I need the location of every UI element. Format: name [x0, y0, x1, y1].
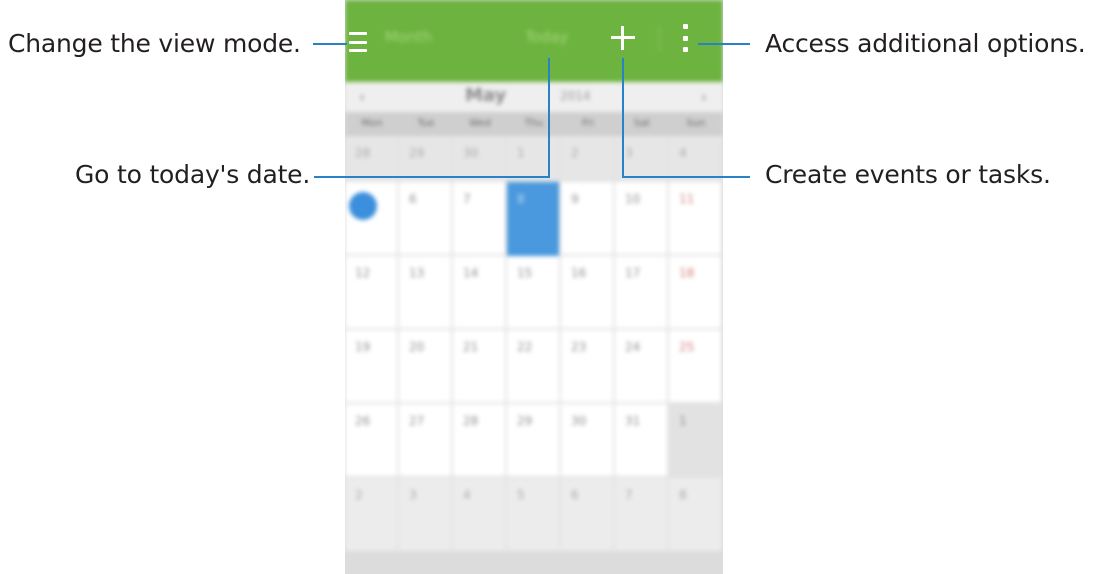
day-cell[interactable]: 30 — [561, 404, 615, 476]
day-cell[interactable]: 5 — [507, 478, 561, 550]
callout-create-events: Create events or tasks. — [765, 160, 1051, 189]
day-cell-today[interactable] — [345, 182, 399, 254]
day-cell[interactable]: 7 — [615, 478, 669, 550]
day-cell[interactable]: 19 — [345, 330, 399, 402]
leader-line-today-v — [548, 58, 550, 178]
day-cell[interactable]: 23 — [561, 330, 615, 402]
day-cell[interactable]: 3 — [399, 478, 453, 550]
day-cell[interactable]: 7 — [453, 182, 507, 254]
callout-additional-options: Access additional options. — [765, 29, 1086, 58]
day-cell[interactable]: 15 — [507, 256, 561, 328]
week-row: 2 3 4 5 6 7 8 — [345, 478, 723, 552]
day-cell[interactable]: 20 — [399, 330, 453, 402]
weekday-label: Mon — [361, 118, 383, 129]
day-cell[interactable]: 25 — [669, 330, 723, 402]
next-month-button[interactable]: › — [701, 88, 707, 106]
day-cell[interactable]: 13 — [399, 256, 453, 328]
day-cell[interactable]: 6 — [561, 478, 615, 550]
weekday-label: Wed — [469, 118, 491, 129]
weekday-label: Fri — [582, 118, 594, 129]
month-navigation-bar: ‹ May 2014 › — [345, 82, 723, 112]
day-cell[interactable]: 27 — [399, 404, 453, 476]
day-cell[interactable]: 2 — [561, 136, 615, 180]
week-row: 12 13 14 15 16 17 18 — [345, 256, 723, 330]
month-label: May — [465, 85, 507, 106]
leader-line-create-h — [622, 176, 750, 178]
day-cell[interactable]: 11 — [669, 182, 723, 254]
day-cell[interactable]: 21 — [453, 330, 507, 402]
day-cell[interactable]: 28 — [345, 136, 399, 180]
day-cell[interactable]: 10 — [615, 182, 669, 254]
weekday-label: Thu — [524, 118, 544, 129]
month-grid: 28 29 30 1 2 3 4 6 7 8 9 10 11 12 13 14 — [345, 136, 723, 552]
day-cell[interactable]: 1 — [507, 136, 561, 180]
leader-line-view-mode — [313, 43, 347, 45]
week-row: 19 20 21 22 23 24 25 — [345, 330, 723, 404]
leader-line-options — [698, 43, 750, 45]
weekday-header: Mon Tue Wed Thu Fri Sat Sun — [345, 112, 723, 136]
day-cell[interactable]: 2 — [345, 478, 399, 550]
more-options-icon[interactable] — [683, 24, 689, 52]
day-cell[interactable]: 22 — [507, 330, 561, 402]
view-mode-title[interactable]: Month — [385, 28, 432, 46]
day-cell[interactable]: 31 — [615, 404, 669, 476]
day-cell-selected[interactable]: 8 — [507, 182, 561, 256]
day-cell[interactable]: 30 — [453, 136, 507, 180]
week-row: 26 27 28 29 30 31 1 — [345, 404, 723, 478]
app-bar: Month Today — [345, 0, 723, 82]
previous-month-button[interactable]: ‹ — [359, 88, 365, 106]
callout-go-to-today: Go to today's date. — [75, 160, 311, 189]
day-cell[interactable]: 29 — [399, 136, 453, 180]
day-cell[interactable]: 4 — [453, 478, 507, 550]
callout-change-view-mode: Change the view mode. — [8, 29, 301, 58]
day-cell[interactable]: 4 — [669, 136, 723, 180]
day-cell[interactable]: 18 — [669, 256, 723, 328]
day-cell[interactable]: 6 — [399, 182, 453, 254]
leader-line-today-h — [314, 176, 550, 178]
day-cell[interactable]: 1 — [669, 404, 723, 476]
weekday-label: Tue — [417, 118, 435, 129]
weekday-label: Sun — [686, 118, 706, 129]
today-button[interactable]: Today — [525, 28, 568, 46]
menu-icon[interactable] — [349, 20, 367, 64]
day-cell[interactable]: 9 — [561, 182, 615, 254]
day-cell[interactable]: 24 — [615, 330, 669, 402]
day-cell[interactable]: 29 — [507, 404, 561, 476]
year-label: 2014 — [560, 89, 591, 103]
day-cell[interactable]: 8 — [669, 478, 723, 550]
plus-icon[interactable] — [611, 26, 635, 50]
day-cell[interactable]: 12 — [345, 256, 399, 328]
week-row: 6 7 8 9 10 11 — [345, 182, 723, 256]
day-cell[interactable]: 17 — [615, 256, 669, 328]
leader-line-create-v — [622, 58, 624, 178]
appbar-divider — [659, 26, 660, 52]
day-cell[interactable]: 14 — [453, 256, 507, 328]
day-cell[interactable]: 26 — [345, 404, 399, 476]
calendar-screenshot: Month Today ‹ May 2014 › Mon Tue Wed Thu… — [345, 0, 723, 574]
day-cell[interactable]: 16 — [561, 256, 615, 328]
day-cell[interactable]: 28 — [453, 404, 507, 476]
